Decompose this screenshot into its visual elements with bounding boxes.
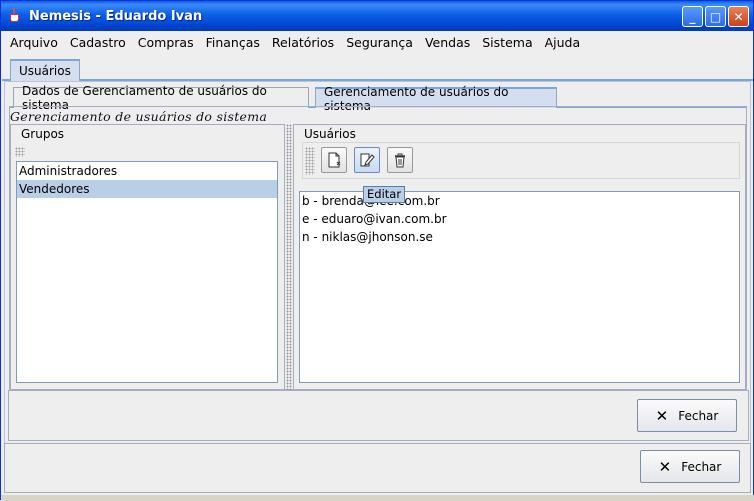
list-item[interactable]: Administradores [17,162,277,180]
fechar-outer-button[interactable]: ✕ Fechar [640,450,740,483]
close-x-icon: ✕ [658,457,672,476]
maximize-icon: □ [709,9,722,24]
window-bottom-edge [1,495,754,501]
new-document-icon [328,152,341,168]
tab-dados-gerenciamento[interactable]: Dados de Gerenciamento de usuários do si… [13,84,309,112]
menu-relatorios[interactable]: Relatórios [272,35,334,50]
menu-compras[interactable]: Compras [138,35,194,50]
editar-tooltip: Editar [363,186,406,203]
close-button[interactable]: ✕ [728,6,749,27]
menu-sistema[interactable]: Sistema [482,35,532,50]
usuarios-label: Usuários [302,127,358,141]
section-title: Gerenciamento de usuários do sistema [10,109,268,124]
menu-cadastro[interactable]: Cadastro [70,35,126,50]
trash-icon [395,153,405,168]
list-item[interactable]: n - niklas@jhonson.se [300,228,739,246]
menu-vendas[interactable]: Vendas [425,35,470,50]
menu-arquivo[interactable]: Arquivo [10,35,58,50]
close-icon: ✕ [733,9,744,24]
minimize-button[interactable]: _ [682,6,703,27]
fechar-inner-button[interactable]: ✕ Fechar [637,399,737,432]
edit-button[interactable] [354,147,380,173]
menu-seguranca[interactable]: Segurança [346,35,413,50]
menu-ajuda[interactable]: Ajuda [545,35,581,50]
minimize-icon: _ [689,9,696,24]
outer-tab-strip: Usuários [2,57,753,81]
list-item[interactable]: e - eduaro@ivan.com.br [300,210,739,228]
grupos-list[interactable]: Administradores Vendedores [16,161,278,383]
title-bar[interactable]: Nemesis - Eduardo Ivan _ □ ✕ [1,1,753,31]
close-x-icon: ✕ [655,406,669,425]
menu-bar: Arquivo Cadastro Compras Finanças Relató… [2,31,753,53]
new-button[interactable] [321,147,347,173]
toolbar-grip[interactable] [15,147,25,157]
menu-financas[interactable]: Finanças [206,35,260,50]
outer-button-bar: ✕ Fechar [4,443,751,493]
fechar-outer-label: Fechar [681,459,722,474]
app-window: Nemesis - Eduardo Ivan _ □ ✕ Arquivo Cad… [0,0,754,501]
toolbar-grip[interactable] [305,147,315,175]
java-cup-icon [7,8,23,24]
tab-gerenciamento[interactable]: Gerenciamento de usuários do sistema [315,85,557,113]
usuarios-panel: Usuários b - e - eduaro@ivan.com.br n - … [293,124,746,390]
inner-button-bar: ✕ Fechar [8,390,749,441]
split-divider[interactable] [286,124,292,390]
inner-tab-strip: Dados de Gerenciamento de usuários do si… [9,84,747,113]
grupos-panel: Grupos Administradores Vendedores [10,124,285,390]
delete-button[interactable] [387,147,413,173]
tab-usuarios[interactable]: Usuários [10,59,80,81]
edit-icon [360,153,375,167]
usuarios-list[interactable]: b - brenda@lee.com.br e - eduaro@ivan.co… [299,191,740,383]
usuarios-toolbar [302,142,740,179]
list-item[interactable]: Vendedores [17,180,277,198]
window-title: Nemesis - Eduardo Ivan [29,8,203,24]
maximize-button[interactable]: □ [705,6,726,27]
grupos-label: Grupos [19,127,67,141]
fechar-inner-label: Fechar [678,408,719,423]
